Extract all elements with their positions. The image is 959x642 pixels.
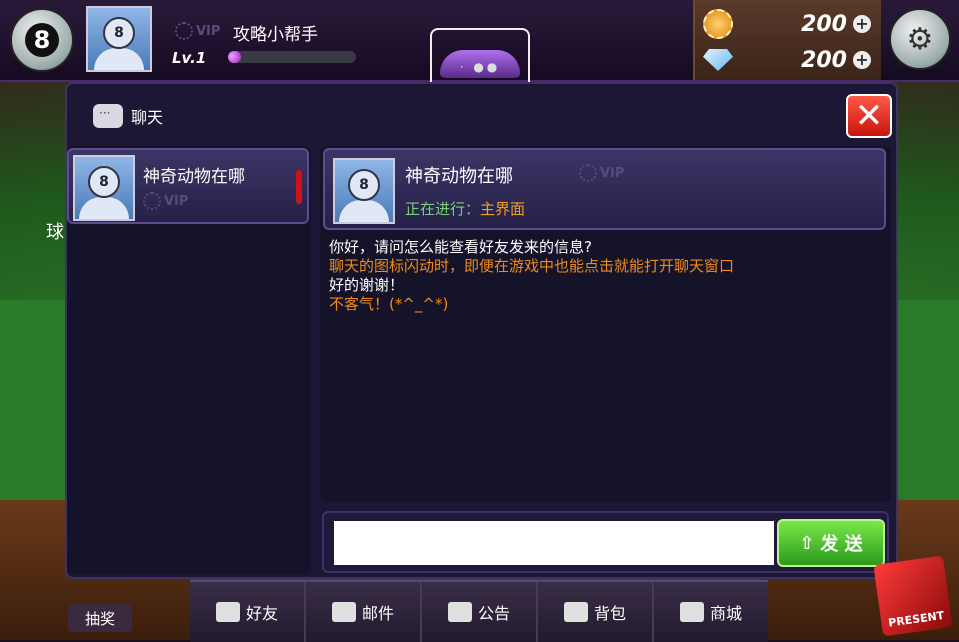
close-button[interactable]: ✕ <box>846 94 892 138</box>
conversation-status: 正在进行：主界面 <box>405 200 526 218</box>
message: 你好，请问怎么能查看好友发来的信息? <box>329 238 592 256</box>
vip-gear-icon <box>175 22 193 40</box>
bottom-nav: 好友 邮件 公告 背包 商城 <box>190 580 768 642</box>
currency-panel: 200 + 200 + <box>693 0 881 80</box>
eight-ball-icon: 8 <box>348 169 380 201</box>
friend-avatar: 8 <box>73 155 135 221</box>
friend-vip-badge: VIP <box>143 192 188 210</box>
eight-ball-icon: 8 <box>25 23 59 57</box>
message: 聊天的图标闪动时，即便在游戏中也能点击就能打开聊天窗口 <box>329 257 735 275</box>
vip-gear-icon <box>143 192 161 210</box>
game-logo-button[interactable]: 8 <box>10 8 74 72</box>
gear-icon: ⚙ <box>906 21 934 57</box>
gem-row: 200 + <box>703 44 875 76</box>
message-list: 你好，请问怎么能查看好友发来的信息? 聊天的图标闪动时，即便在游戏中也能点击就能… <box>329 238 879 314</box>
player-vip-badge: VIP <box>175 22 220 40</box>
conversation-vip-badge: VIP <box>579 164 624 182</box>
avatar-body <box>79 197 129 219</box>
send-button[interactable]: ⇧ 发 送 <box>777 519 885 567</box>
settings-gear-button[interactable]: ⚙ <box>889 8 951 70</box>
nav-backpack[interactable]: 背包 <box>538 582 654 642</box>
mail-icon <box>331 602 356 622</box>
bag-icon <box>563 602 588 622</box>
coin-amount: 200 <box>801 11 847 37</box>
message: 不客气！(*^_^*) <box>329 295 449 313</box>
avatar-body <box>339 200 389 222</box>
player-name: 攻略小帮手 <box>233 25 318 45</box>
gem-amount: 200 <box>801 47 847 73</box>
add-gems-button[interactable]: + <box>853 51 871 69</box>
nav-mail[interactable]: 邮件 <box>306 582 422 642</box>
message-input[interactable] <box>334 521 774 565</box>
conversation-name: 神奇动物在哪 <box>405 166 513 187</box>
chat-panel-title: 聊天 <box>93 104 163 128</box>
conversation-header: 8 神奇动物在哪 VIP 正在进行：主界面 <box>323 148 886 230</box>
unread-indicator <box>296 170 302 204</box>
diamond-icon <box>703 49 733 71</box>
player-avatar[interactable]: 8 <box>86 6 152 72</box>
friend-list-item[interactable]: 8 神奇动物在哪 VIP <box>67 148 309 224</box>
message: 好的谢谢！ <box>329 276 405 294</box>
cart-icon <box>679 602 704 622</box>
vip-gear-icon <box>579 164 597 182</box>
xp-progress-bar <box>228 51 356 63</box>
conversation-avatar: 8 <box>333 158 395 224</box>
xp-progress-fill <box>228 51 241 63</box>
send-label: 发 送 <box>820 534 863 555</box>
avatar-body <box>94 48 144 70</box>
chat-bubble-icon <box>93 104 123 128</box>
nav-shop[interactable]: 商城 <box>654 582 768 642</box>
nav-friends[interactable]: 好友 <box>190 582 306 642</box>
add-coins-button[interactable]: + <box>853 15 871 33</box>
eight-ball-icon: 8 <box>88 166 120 198</box>
coin-icon <box>703 9 733 39</box>
friends-icon <box>215 602 240 622</box>
upload-arrow-icon: ⇧ <box>799 532 815 554</box>
handle-dots-icon: · ●● <box>459 60 501 74</box>
player-level: Lv.1 <box>172 49 207 67</box>
lottery-button[interactable]: 抽奖 <box>68 604 132 632</box>
side-fragment-text: 球 <box>46 222 64 243</box>
eight-ball-icon: 8 <box>103 17 135 49</box>
present-gift-button[interactable]: PRESENT <box>873 555 953 637</box>
friend-name: 神奇动物在哪 <box>143 167 245 187</box>
warning-icon <box>447 602 472 622</box>
nav-announcements[interactable]: 公告 <box>422 582 538 642</box>
coin-row: 200 + <box>703 8 875 40</box>
